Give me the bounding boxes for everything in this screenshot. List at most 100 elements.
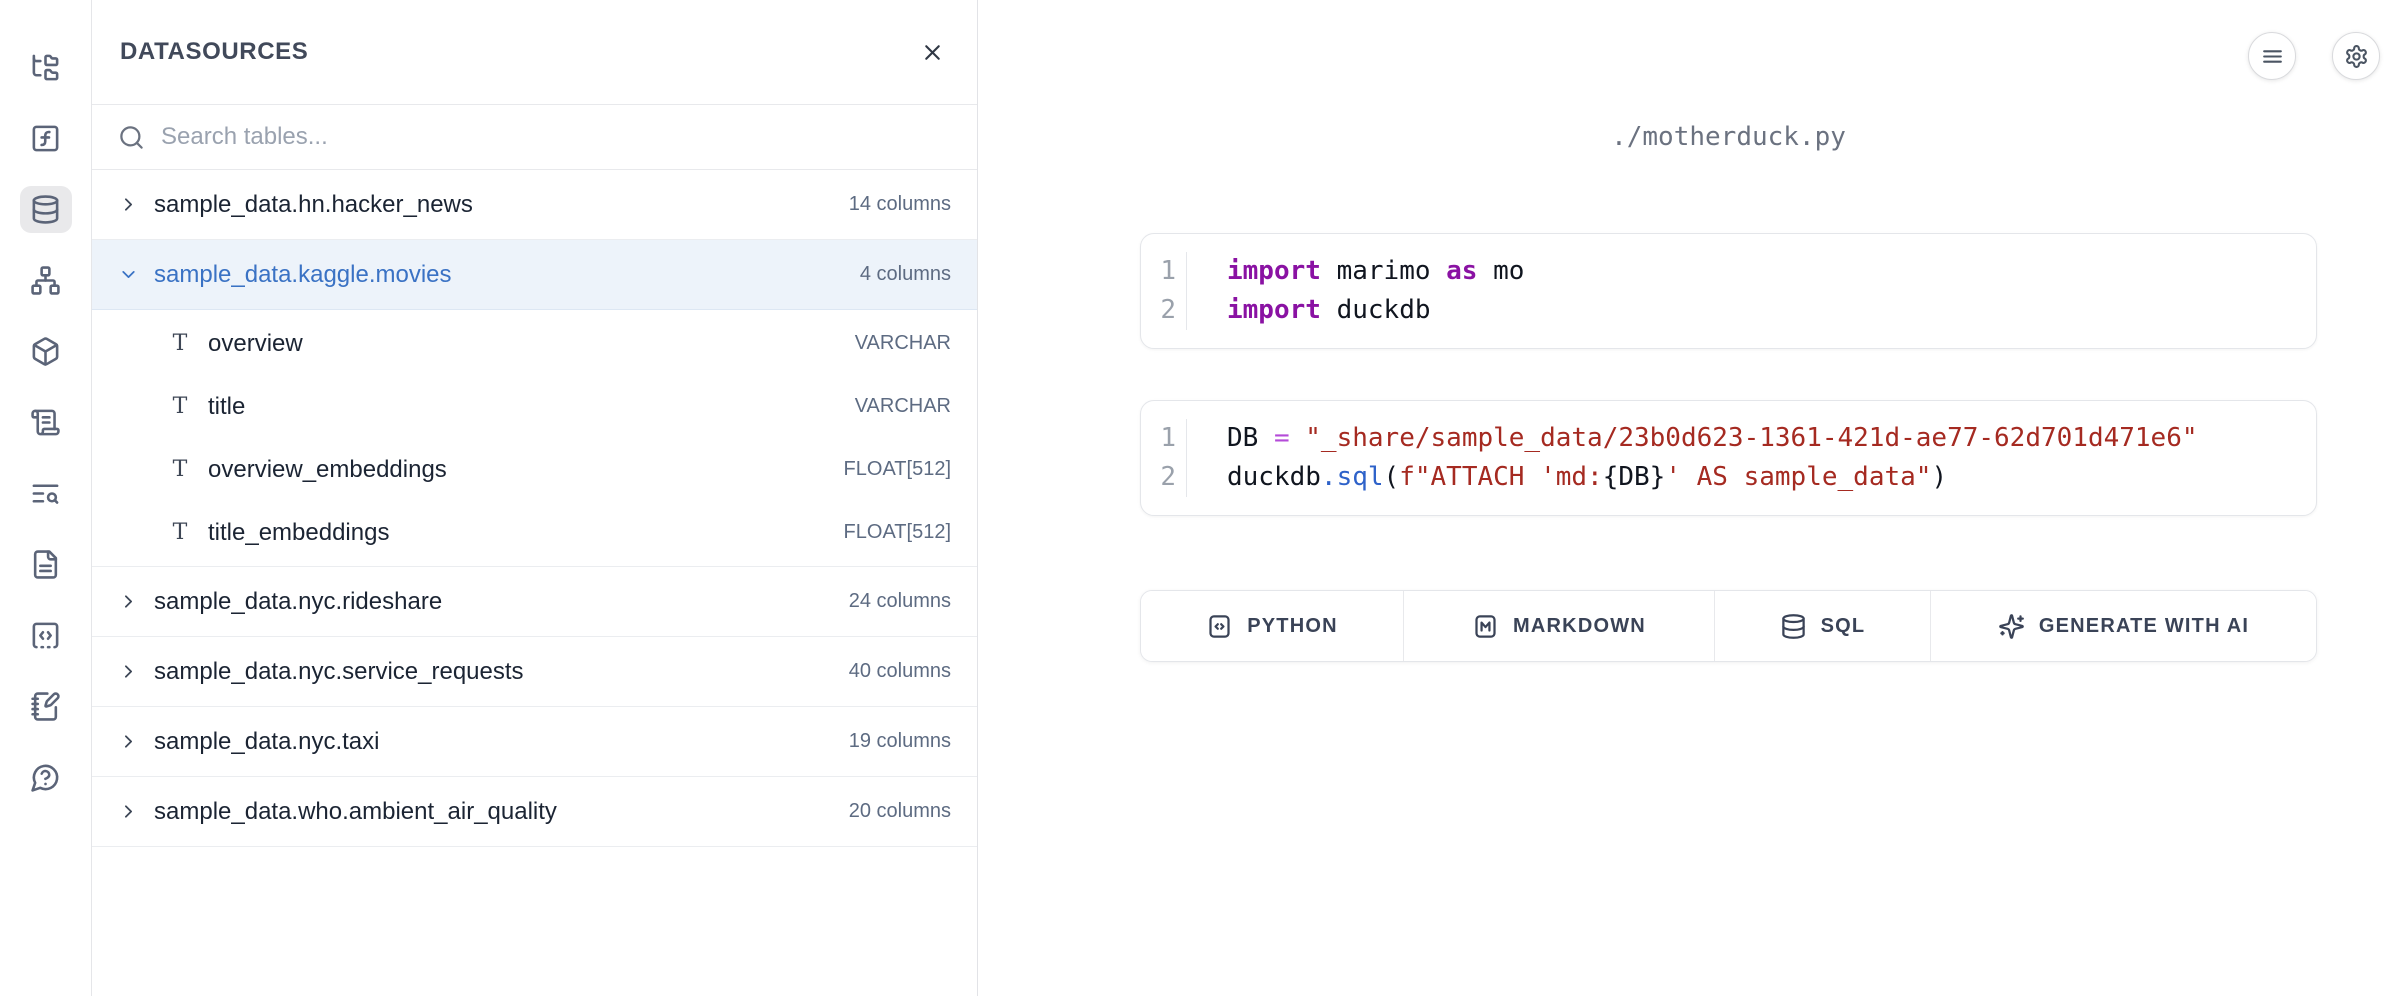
button-label: GENERATE WITH AI [2039,615,2249,638]
line-number-gutter: 12 [1141,252,1187,330]
column-row[interactable]: Ttitle VARCHAR [92,375,977,438]
datasource-table-row[interactable]: sample_data.nyc.rideshare 24 columns [92,567,977,637]
sidebar-item-scratchpad[interactable] [20,683,72,730]
column-count: 40 columns [849,660,951,683]
code-editor[interactable]: import marimo as moimport duckdb [1187,252,2316,330]
sidebar-item-tracing[interactable] [20,470,72,517]
table-name: sample_data.nyc.rideshare [154,588,442,616]
column-type: VARCHAR [855,332,951,355]
column-count: 20 columns [849,800,951,823]
add-cell-python-button[interactable]: PYTHON [1141,591,1404,661]
code-editor[interactable]: DB = "_share/sample_data/23b0d623-1361-4… [1187,419,2316,497]
chevron-right-icon [118,661,139,682]
search-icon [118,124,145,151]
button-label: MARKDOWN [1513,615,1646,638]
text-search-icon [30,478,61,509]
marimo-app: DATASOURCES sample_data.hn.hacker_news14… [0,0,2399,996]
chevron-right-icon [118,801,139,822]
panel-header: DATASOURCES [92,0,977,105]
helper-panel-rail [0,0,92,996]
message-circle-question-icon [30,762,61,793]
square-m-icon [1472,613,1499,640]
notebook-filename[interactable]: ./motherduck.py [1140,122,2317,152]
table-name: sample_data.hn.hacker_news [154,191,473,219]
column-count: 14 columns [849,193,951,216]
menu-icon [2260,44,2285,69]
table-name: sample_data.nyc.service_requests [154,658,524,686]
column-row[interactable]: Toverview VARCHAR [92,312,977,375]
code-line: DB = "_share/sample_data/23b0d623-1361-4… [1227,419,2316,458]
settings-button[interactable] [2332,32,2380,80]
close-icon [920,40,945,65]
chevron-right-icon [118,591,139,612]
sidebar-item-documentation[interactable] [20,541,72,588]
datasource-table-row[interactable]: sample_data.who.ambient_air_quality 20 co… [92,777,977,847]
notebook-actions [2248,32,2380,80]
sidebar-item-snippets[interactable] [20,612,72,659]
panel-title: DATASOURCES [120,38,308,66]
add-cell-generate-with-ai-button[interactable]: GENERATE WITH AI [1931,591,2316,661]
sidebar-item-datasources[interactable] [20,186,72,233]
chevron-down-icon [118,264,139,285]
column-type: FLOAT[512] [844,521,951,544]
column-row[interactable]: Toverview_embeddings FLOAT[512] [92,438,977,501]
search-row [92,105,977,170]
notebook-pen-icon [30,691,61,722]
table-name: sample_data.nyc.taxi [154,728,379,756]
sidebar-item-packages[interactable] [20,328,72,375]
varchar-type-icon: T [169,331,191,356]
database-icon [1780,613,1807,640]
varchar-type-icon: T [169,457,191,482]
close-panel-button[interactable] [916,36,949,69]
line-number: 2 [1141,291,1176,330]
column-row[interactable]: Ttitle_embeddings FLOAT[512] [92,501,977,564]
sidebar-item-help-chat[interactable] [20,754,72,801]
chevron-right-icon [118,194,139,215]
table-name: sample_data.who.ambient_air_quality [154,798,557,826]
settings-icon [2344,44,2369,69]
database-icon [30,194,61,225]
datasource-table-row[interactable]: sample_data.nyc.service_requests 40 colum… [92,637,977,707]
column-type: FLOAT[512] [844,458,951,481]
table-list: sample_data.hn.hacker_news14 columnssamp… [92,170,977,847]
column-name: title_embeddings [208,519,389,547]
column-count: 24 columns [849,590,951,613]
search-tables-input[interactable] [161,123,951,151]
sidebar-item-logs[interactable] [20,399,72,446]
add-cell-sql-button[interactable]: SQL [1715,591,1931,661]
add-cell-markdown-button[interactable]: MARKDOWN [1404,591,1715,661]
column-count: 19 columns [849,730,951,753]
notebook-menu-button[interactable] [2248,32,2296,80]
file-text-icon [30,549,61,580]
line-number: 1 [1141,252,1176,291]
add-cell-toolbar: PYTHON MARKDOWN SQL GENERATE WITH AI [1140,590,2317,662]
table-name: sample_data.kaggle.movies [154,261,452,289]
sidebar-item-file-explorer[interactable] [20,44,72,91]
varchar-type-icon: T [169,394,191,419]
sidebar-item-dependencies[interactable] [20,257,72,304]
square-code-dashed-icon [30,620,61,651]
datasource-table-row[interactable]: sample_data.nyc.taxi 19 columns [92,707,977,777]
scroll-text-icon [30,407,61,438]
chevron-right-icon [118,731,139,752]
column-name: overview_embeddings [208,456,447,484]
column-name: overview [208,330,303,358]
folder-tree-icon [30,52,61,83]
line-number: 2 [1141,458,1176,497]
line-number-gutter: 12 [1141,419,1187,497]
sidebar-item-variables[interactable] [20,115,72,162]
button-label: PYTHON [1247,615,1338,638]
column-group: Toverview VARCHAR Ttitle VARCHAR Toverview_e… [92,310,977,567]
line-number: 1 [1141,419,1176,458]
datasource-table-row[interactable]: sample_data.kaggle.movies4 columns [92,240,977,310]
square-function-icon [30,123,61,154]
sparkles-icon [1998,613,2025,640]
code-line: duckdb.sql(f"ATTACH 'md:{DB}' AS sample_… [1227,458,2316,497]
box-icon [30,336,61,367]
datasource-table-row[interactable]: sample_data.hn.hacker_news 14 columns [92,170,977,240]
code-line: import marimo as mo [1227,252,2316,291]
varchar-type-icon: T [169,520,191,545]
button-label: SQL [1821,615,1866,638]
column-type: VARCHAR [855,395,951,418]
column-name: title [208,393,245,421]
